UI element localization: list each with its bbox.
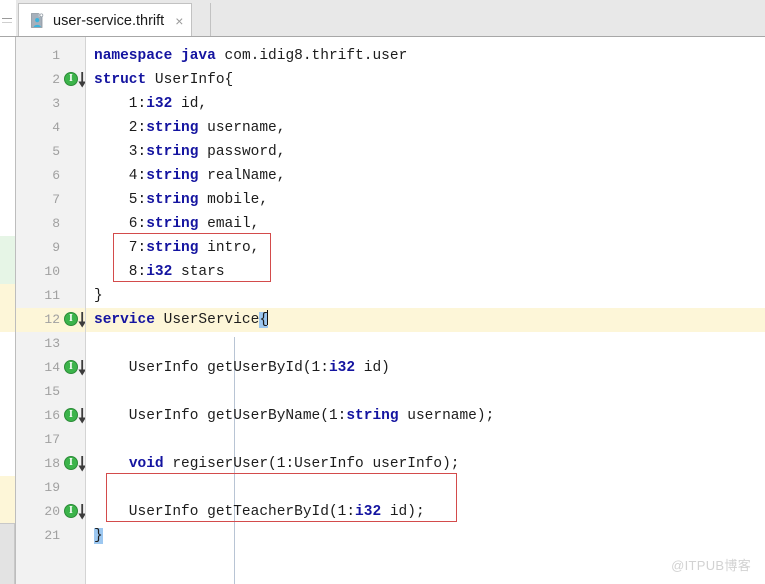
- line-number: 4: [52, 120, 60, 135]
- tabbar-left-spacer: [0, 0, 16, 37]
- code-line[interactable]: 2:string username,: [94, 116, 286, 140]
- line-number: 9: [52, 240, 60, 255]
- code-line[interactable]: 7:string intro,: [94, 236, 260, 260]
- implemented-circle-icon: [64, 72, 78, 86]
- line-number: 11: [44, 288, 60, 303]
- code-line[interactable]: }: [94, 524, 103, 548]
- line-number: 8: [52, 216, 60, 231]
- modified-lines-marker-2[interactable]: [0, 476, 15, 524]
- line-number: 19: [44, 480, 60, 495]
- code-line[interactable]: UserInfo getUserById(1:i32 id): [94, 356, 390, 380]
- line-number: 14: [44, 360, 60, 375]
- line-number: 10: [44, 264, 60, 279]
- implemented-circle-icon: [64, 360, 78, 374]
- change-marker-strip[interactable]: [0, 37, 15, 584]
- code-line[interactable]: void regiserUser(1:UserInfo userInfo);: [94, 452, 460, 476]
- modified-lines-marker[interactable]: [0, 284, 15, 332]
- code-line[interactable]: service UserService{: [94, 308, 269, 332]
- line-number: 18: [44, 456, 60, 471]
- watermark: @ITPUB博客: [671, 558, 751, 573]
- code-editor[interactable]: 123456789101112131415161718192021 namesp…: [0, 37, 765, 584]
- tool-window-stripe[interactable]: [0, 523, 15, 584]
- line-number: 12: [44, 312, 60, 327]
- editor-tab-bar: user-service.thrift ×: [0, 0, 765, 37]
- panel-collapse-dash-icon-2: [2, 22, 12, 23]
- line-number: 16: [44, 408, 60, 423]
- line-number: 2: [52, 72, 60, 87]
- code-line[interactable]: 1:i32 id,: [94, 92, 207, 116]
- matching-brace-highlight: }: [94, 528, 103, 544]
- tab-user-service-thrift[interactable]: user-service.thrift ×: [18, 3, 193, 37]
- code-line[interactable]: 3:string password,: [94, 140, 286, 164]
- added-lines-marker[interactable]: [0, 236, 15, 284]
- implemented-circle-icon: [64, 456, 78, 470]
- text-caret: [267, 310, 269, 325]
- line-number: 3: [52, 96, 60, 111]
- tab-title: user-service.thrift: [53, 12, 165, 29]
- panel-collapse-dash-icon: [2, 18, 12, 19]
- line-number: 13: [44, 336, 60, 351]
- code-line[interactable]: namespace java com.idig8.thrift.user: [94, 44, 407, 68]
- ide-window: user-service.thrift × 123456789101112131…: [0, 0, 765, 584]
- code-line[interactable]: UserInfo getTeacherById(1:i32 id);: [94, 500, 425, 524]
- code-line[interactable]: }: [94, 284, 103, 308]
- line-number-gutter[interactable]: 123456789101112131415161718192021: [16, 37, 86, 584]
- code-canvas[interactable]: namespace java com.idig8.thrift.user stru…: [86, 37, 765, 584]
- line-number: 17: [44, 432, 60, 447]
- implemented-circle-icon: [64, 312, 78, 326]
- code-line[interactable]: 6:string email,: [94, 212, 260, 236]
- code-line[interactable]: 8:i32 stars: [94, 260, 225, 284]
- code-line[interactable]: struct UserInfo{: [94, 68, 233, 92]
- code-line[interactable]: UserInfo getUserByName(1:string username…: [94, 404, 494, 428]
- implemented-circle-icon: [64, 504, 78, 518]
- line-number: 20: [44, 504, 60, 519]
- thrift-file-icon: [29, 12, 46, 29]
- close-icon[interactable]: ×: [175, 14, 183, 28]
- line-number: 5: [52, 144, 60, 159]
- line-number: 1: [52, 48, 60, 63]
- line-number: 7: [52, 192, 60, 207]
- code-line[interactable]: 4:string realName,: [94, 164, 286, 188]
- line-number: 15: [44, 384, 60, 399]
- code-line[interactable]: 5:string mobile,: [94, 188, 268, 212]
- implemented-circle-icon: [64, 408, 78, 422]
- line-number: 6: [52, 168, 60, 183]
- tab-strip-empty-area: [210, 3, 765, 36]
- line-number: 21: [44, 528, 60, 543]
